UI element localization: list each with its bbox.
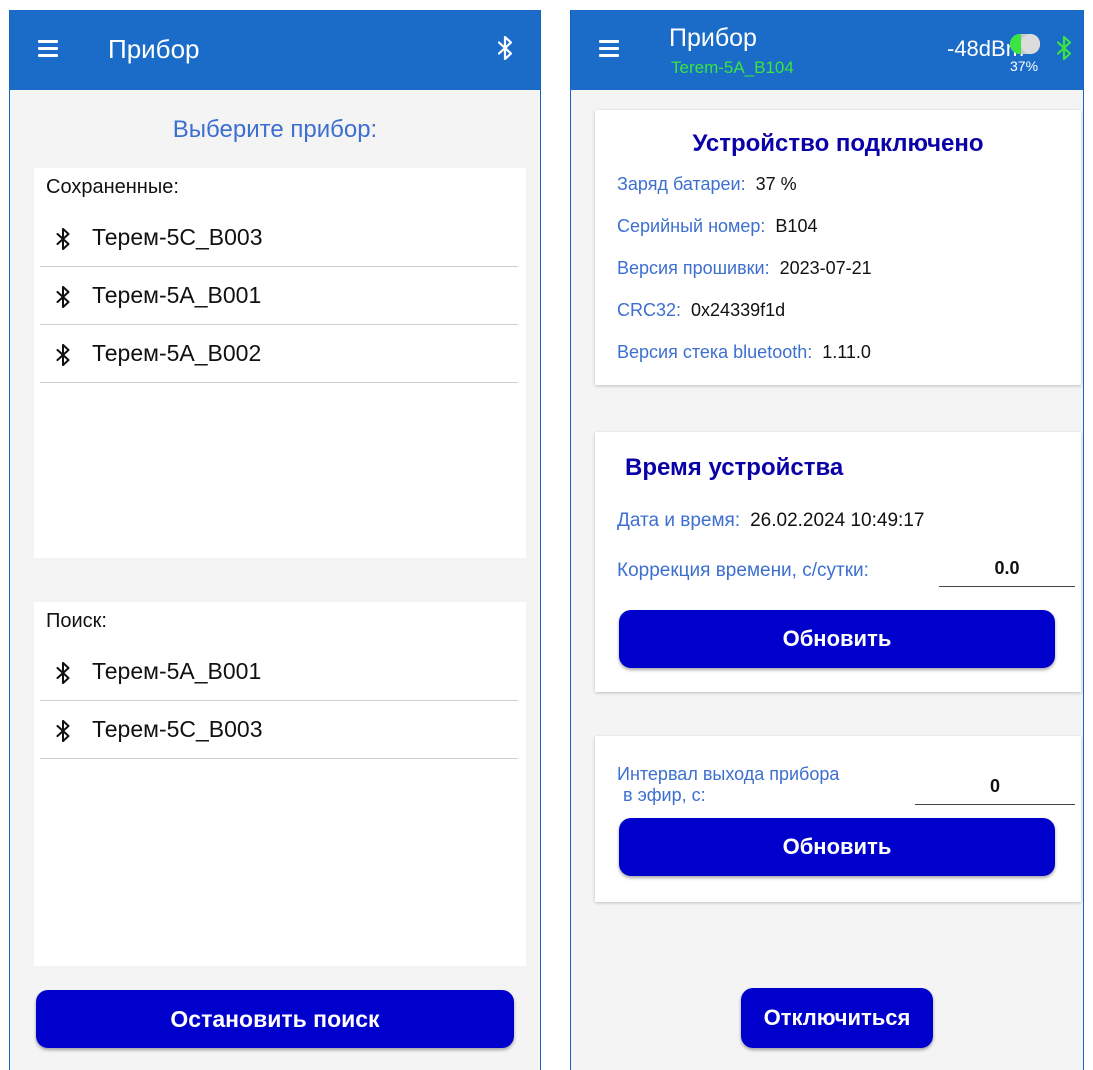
battery-indicator: [1010, 34, 1040, 54]
disconnect-button[interactable]: Отключиться: [741, 988, 933, 1048]
broadcast-interval-card: Интервал выхода прибора в эфир, с: 0 Обн…: [595, 736, 1081, 902]
info-key: Версия прошивки:: [617, 258, 770, 278]
device-connected-screen: Прибор Terem-5A_B104 -48dBm 37% Устройст…: [570, 10, 1084, 1070]
device-name: Терем-5A_B002: [92, 340, 262, 366]
device-select-screen: Прибор Выберите прибор: Сохраненные: Тер…: [9, 10, 541, 1070]
time-correction-label: Коррекция времени, с/сутки:: [617, 560, 869, 582]
found-device-item[interactable]: Терем-5C_B003: [40, 702, 518, 759]
info-row-serial: Серийный номер: B104: [617, 216, 817, 237]
app-bar: Прибор Terem-5A_B104 -48dBm 37%: [571, 10, 1083, 90]
info-value: 2023-07-21: [779, 258, 872, 278]
update-time-button[interactable]: Обновить: [619, 610, 1055, 668]
device-info-card: Устройство подключено Заряд батареи: 37 %…: [595, 110, 1081, 385]
app-bar-title: Прибор: [108, 34, 200, 64]
info-value: 0x24339f1d: [691, 300, 786, 320]
app-bar-title: Прибор: [669, 24, 757, 52]
interval-label-line1: Интервал выхода прибора: [617, 764, 840, 784]
info-row-battery: Заряд батареи: 37 %: [617, 174, 797, 195]
interval-label: Интервал выхода прибора в эфир, с:: [617, 764, 839, 806]
bluetooth-icon: [1057, 36, 1071, 60]
info-key: Серийный номер:: [617, 216, 766, 236]
info-key: Версия стека bluetooth:: [617, 342, 813, 362]
device-connected-title: Устройство подключено: [692, 130, 984, 157]
saved-device-item[interactable]: Терем-5A_B002: [40, 326, 518, 383]
info-key: Заряд батареи:: [617, 174, 746, 194]
saved-devices-panel: Сохраненные: Терем-5C_B003 Терем-5A_B001…: [34, 168, 526, 558]
info-value: 37 %: [755, 174, 797, 194]
datetime-key: Дата и время:: [617, 510, 741, 531]
search-devices-panel: Поиск: Терем-5A_B001 Терем-5C_B003: [34, 602, 526, 966]
info-key: CRC32:: [617, 300, 682, 320]
app-bar: Прибор: [10, 10, 540, 90]
datetime-row: Дата и время: 26.02.2024 10:49:17: [617, 510, 924, 532]
found-device-item[interactable]: Терем-5A_B001: [40, 644, 518, 701]
broadcast-interval-input[interactable]: 0: [915, 776, 1075, 805]
device-name: Терем-5A_B001: [92, 658, 262, 684]
saved-devices-label: Сохраненные:: [46, 176, 179, 198]
saved-device-item[interactable]: Терем-5A_B001: [40, 268, 518, 325]
datetime-value: 26.02.2024 10:49:17: [750, 510, 925, 531]
info-row-bt-stack: Версия стека bluetooth: 1.11.0: [617, 342, 871, 363]
hamburger-menu-icon[interactable]: [599, 40, 619, 57]
connected-device-name: Terem-5A_B104: [671, 58, 794, 77]
interval-label-line2: в эфир, с:: [623, 785, 706, 805]
hamburger-menu-icon[interactable]: [38, 40, 58, 57]
bluetooth-icon: [56, 344, 70, 366]
device-time-card: Время устройства Дата и время: 26.02.2024…: [595, 432, 1081, 692]
bluetooth-icon: [498, 36, 512, 60]
bluetooth-icon: [56, 662, 70, 684]
device-name: Терем-5C_B003: [92, 224, 263, 250]
select-device-title: Выберите прибор:: [172, 116, 378, 143]
bluetooth-icon: [56, 720, 70, 742]
info-value: B104: [775, 216, 818, 236]
saved-device-item[interactable]: Терем-5C_B003: [40, 210, 518, 267]
bluetooth-icon: [56, 228, 70, 250]
info-value: 1.11.0: [822, 342, 871, 362]
stop-search-button[interactable]: Остановить поиск: [36, 990, 514, 1048]
device-time-title: Время устройства: [625, 454, 844, 481]
time-correction-key: Коррекция времени, с/сутки:: [617, 560, 869, 581]
search-devices-label: Поиск:: [46, 610, 107, 632]
info-row-firmware: Версия прошивки: 2023-07-21: [617, 258, 872, 279]
info-row-crc32: CRC32: 0x24339f1d: [617, 300, 785, 321]
device-name: Терем-5C_B003: [92, 716, 263, 742]
battery-percent: 37%: [1010, 58, 1039, 74]
bluetooth-icon: [56, 286, 70, 308]
device-name: Терем-5A_B001: [92, 282, 262, 308]
update-interval-button[interactable]: Обновить: [619, 818, 1055, 876]
time-correction-input[interactable]: 0.0: [939, 558, 1075, 587]
battery-knob: [1021, 34, 1040, 54]
